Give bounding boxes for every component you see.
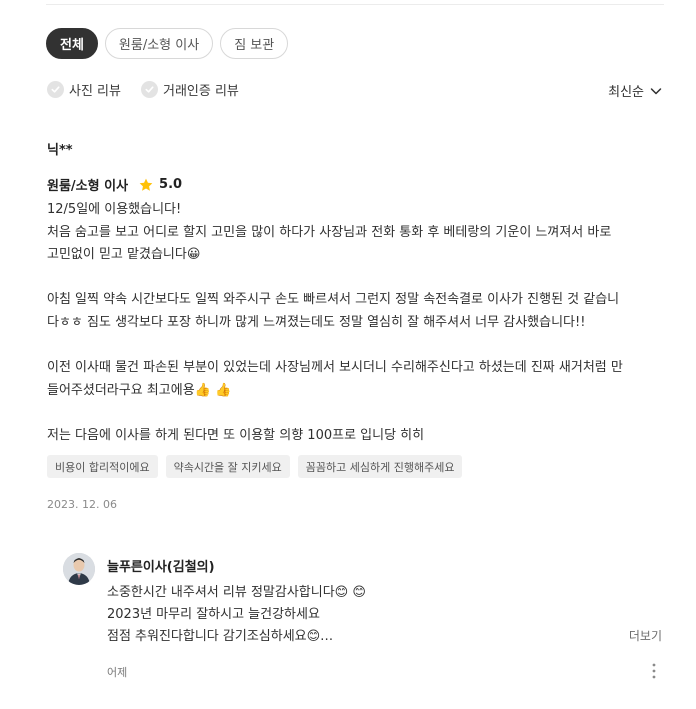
more-button[interactable]: 더보기	[629, 627, 662, 644]
review-filters: 사진 리뷰 거래인증 리뷰	[47, 80, 239, 99]
rating-value: 5.0	[159, 177, 183, 192]
tab-oneroom-move[interactable]: 원룸/소형 이사	[104, 28, 214, 59]
review-service-rating: 원룸/소형 이사 5.0	[47, 175, 182, 194]
owner-reply: 늘푸른이사(김철의) 소중한시간 내주셔서 리뷰 정말감사합니다😊 😊 2023…	[63, 553, 666, 683]
photo-review-label: 사진 리뷰	[69, 84, 121, 99]
top-divider	[46, 4, 664, 5]
review-tags: 비용이 합리적이에요 약속시간을 잘 지키세요 꼼꼼하고 세심하게 진행해주세요	[47, 455, 463, 478]
review-line: 들어주셨더라구요 최고에용👍 👍	[47, 382, 232, 398]
review-line: 처음 숨고를 보고 어디로 할지 고민을 많이 하다가 사장님과 전화 통화 후…	[47, 224, 612, 240]
review-tag: 꼼꼼하고 세심하게 진행해주세요	[297, 455, 463, 478]
review-line: 저는 다음에 이사를 하게 된다면 또 이용할 의향 100프로 입니당 히히	[47, 427, 425, 443]
sort-label: 최신순	[608, 85, 644, 100]
review-paragraph: 저는 다음에 이사를 하게 된다면 또 이용할 의향 100프로 입니당 히히	[47, 425, 667, 448]
tab-storage[interactable]: 짐 보관	[220, 28, 289, 59]
chevron-down-icon	[650, 87, 662, 94]
reply-line: 점점 추워진다합니다 감기조심하세요😊…	[107, 628, 334, 644]
reply-time: 어제	[107, 666, 128, 679]
review-tag: 비용이 합리적이에요	[47, 455, 158, 478]
review-author: 닉**	[47, 143, 73, 158]
tab-all[interactable]: 전체	[46, 28, 98, 59]
sort-dropdown[interactable]: 최신순	[608, 81, 662, 100]
review-line: 12/5일에 이용했습니다!	[47, 202, 182, 217]
review-date: 2023. 12. 06	[47, 498, 117, 511]
service-name: 원룸/소형 이사	[47, 179, 129, 194]
review-line: 이전 이사때 물건 파손된 부분이 있었는데 사장님께서 보시더니 수리해주신다…	[47, 360, 623, 376]
verified-review-label: 거래인증 리뷰	[162, 84, 239, 99]
category-tabs: 전체 원룸/소형 이사 짐 보관	[46, 28, 289, 59]
reply-line: 2023년 마무리 잘하시고 늘건강하세요	[107, 606, 320, 622]
check-circle-icon	[140, 81, 158, 98]
review-line: 아침 일찍 약속 시간보다도 일찍 와주시구 손도 빠르셔서 그런지 정말 속전…	[47, 292, 620, 308]
review-tag: 약속시간을 잘 지키세요	[165, 455, 290, 478]
review-paragraph: 이전 이사때 물건 파손된 부분이 있었는데 사장님께서 보시더니 수리해주신다…	[47, 357, 667, 402]
review-line: 고민없이 믿고 맡겼습니다😀	[47, 247, 201, 263]
more-vertical-icon[interactable]	[648, 662, 660, 680]
reply-body: 소중한시간 내주셔서 리뷰 정말감사합니다😊 😊 2023년 마무리 잘하시고 …	[107, 582, 627, 647]
photo-review-filter[interactable]: 사진 리뷰	[47, 80, 121, 99]
review-body: 12/5일에 이용했습니다! 처음 숨고를 보고 어디로 할지 고민을 많이 하…	[47, 199, 667, 448]
reply-line: 소중한시간 내주셔서 리뷰 정말감사합니다😊 😊	[107, 585, 366, 600]
review-paragraph: 아침 일찍 약속 시간보다도 일찍 와주시구 손도 빠르셔서 그런지 정말 속전…	[47, 289, 667, 334]
reply-author: 늘푸른이사(김철의)	[107, 560, 215, 575]
review-paragraph: 12/5일에 이용했습니다! 처음 숨고를 보고 어디로 할지 고민을 많이 하…	[47, 199, 667, 267]
star-icon	[139, 178, 153, 191]
review-line: 다ㅎㅎ 짐도 생각보다 포장 하니까 많게 느껴졌는데도 정말 열심히 잘 해주…	[47, 314, 586, 330]
avatar	[63, 553, 95, 585]
check-circle-icon	[47, 81, 64, 98]
verified-review-filter[interactable]: 거래인증 리뷰	[140, 80, 239, 99]
